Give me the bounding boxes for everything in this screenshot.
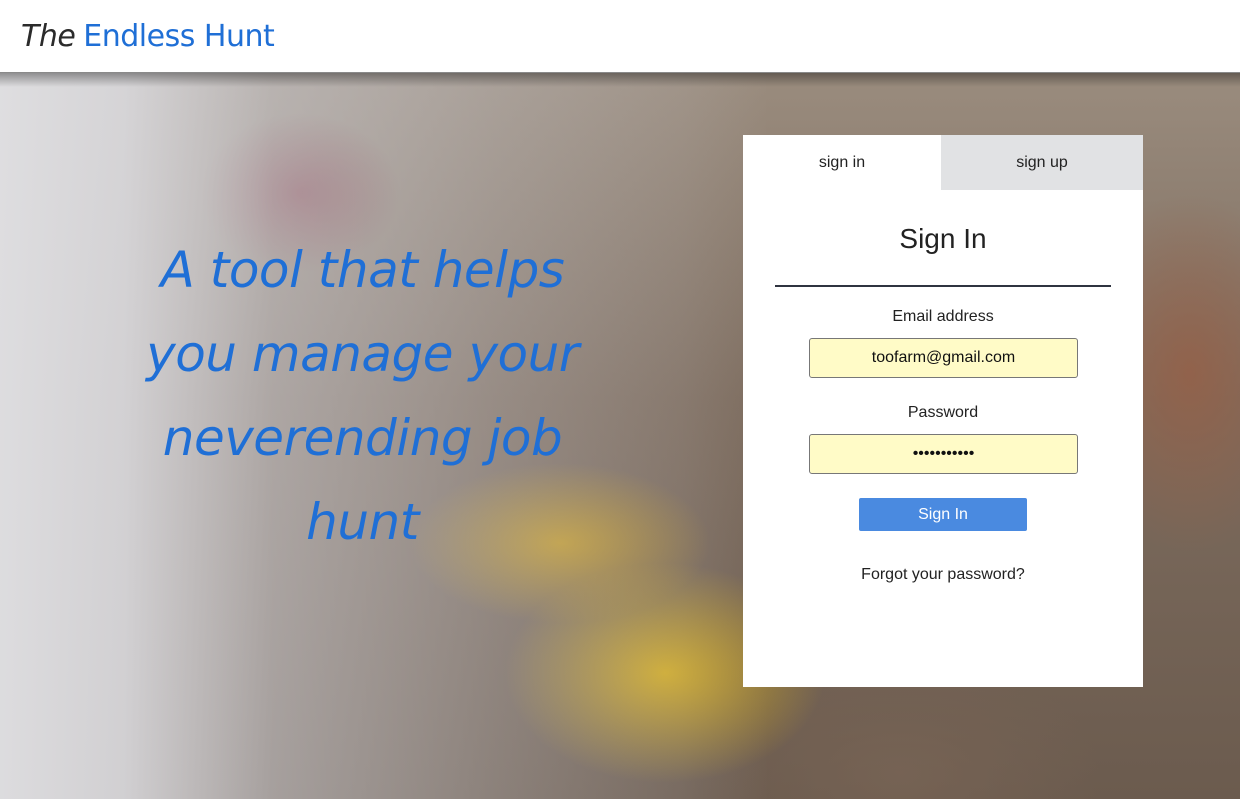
password-label: Password [907,404,979,421]
header-shadow [0,73,1240,87]
brand-prefix: The [21,19,76,54]
password-field[interactable] [809,434,1078,474]
sign-in-button[interactable]: Sign In [859,498,1027,531]
brand-logo[interactable]: The Endless Hunt [21,18,275,56]
email-field[interactable] [809,338,1078,378]
title-divider [775,285,1111,287]
tab-sign-up[interactable]: sign up [941,135,1143,190]
forgot-password-link[interactable]: Forgot your password? [743,566,1143,584]
top-bar: The Endless Hunt [0,0,1240,73]
brand-name: Endless Hunt [83,19,275,54]
auth-card: sign in sign up Sign In Email address Pa… [743,135,1143,687]
auth-tabs: sign in sign up [743,135,1143,190]
form-title: Sign In [899,223,987,254]
hero-tagline: A tool that helps you manage your nevere… [146,241,579,551]
tab-sign-in[interactable]: sign in [743,135,941,190]
email-label: Email address [892,308,994,325]
